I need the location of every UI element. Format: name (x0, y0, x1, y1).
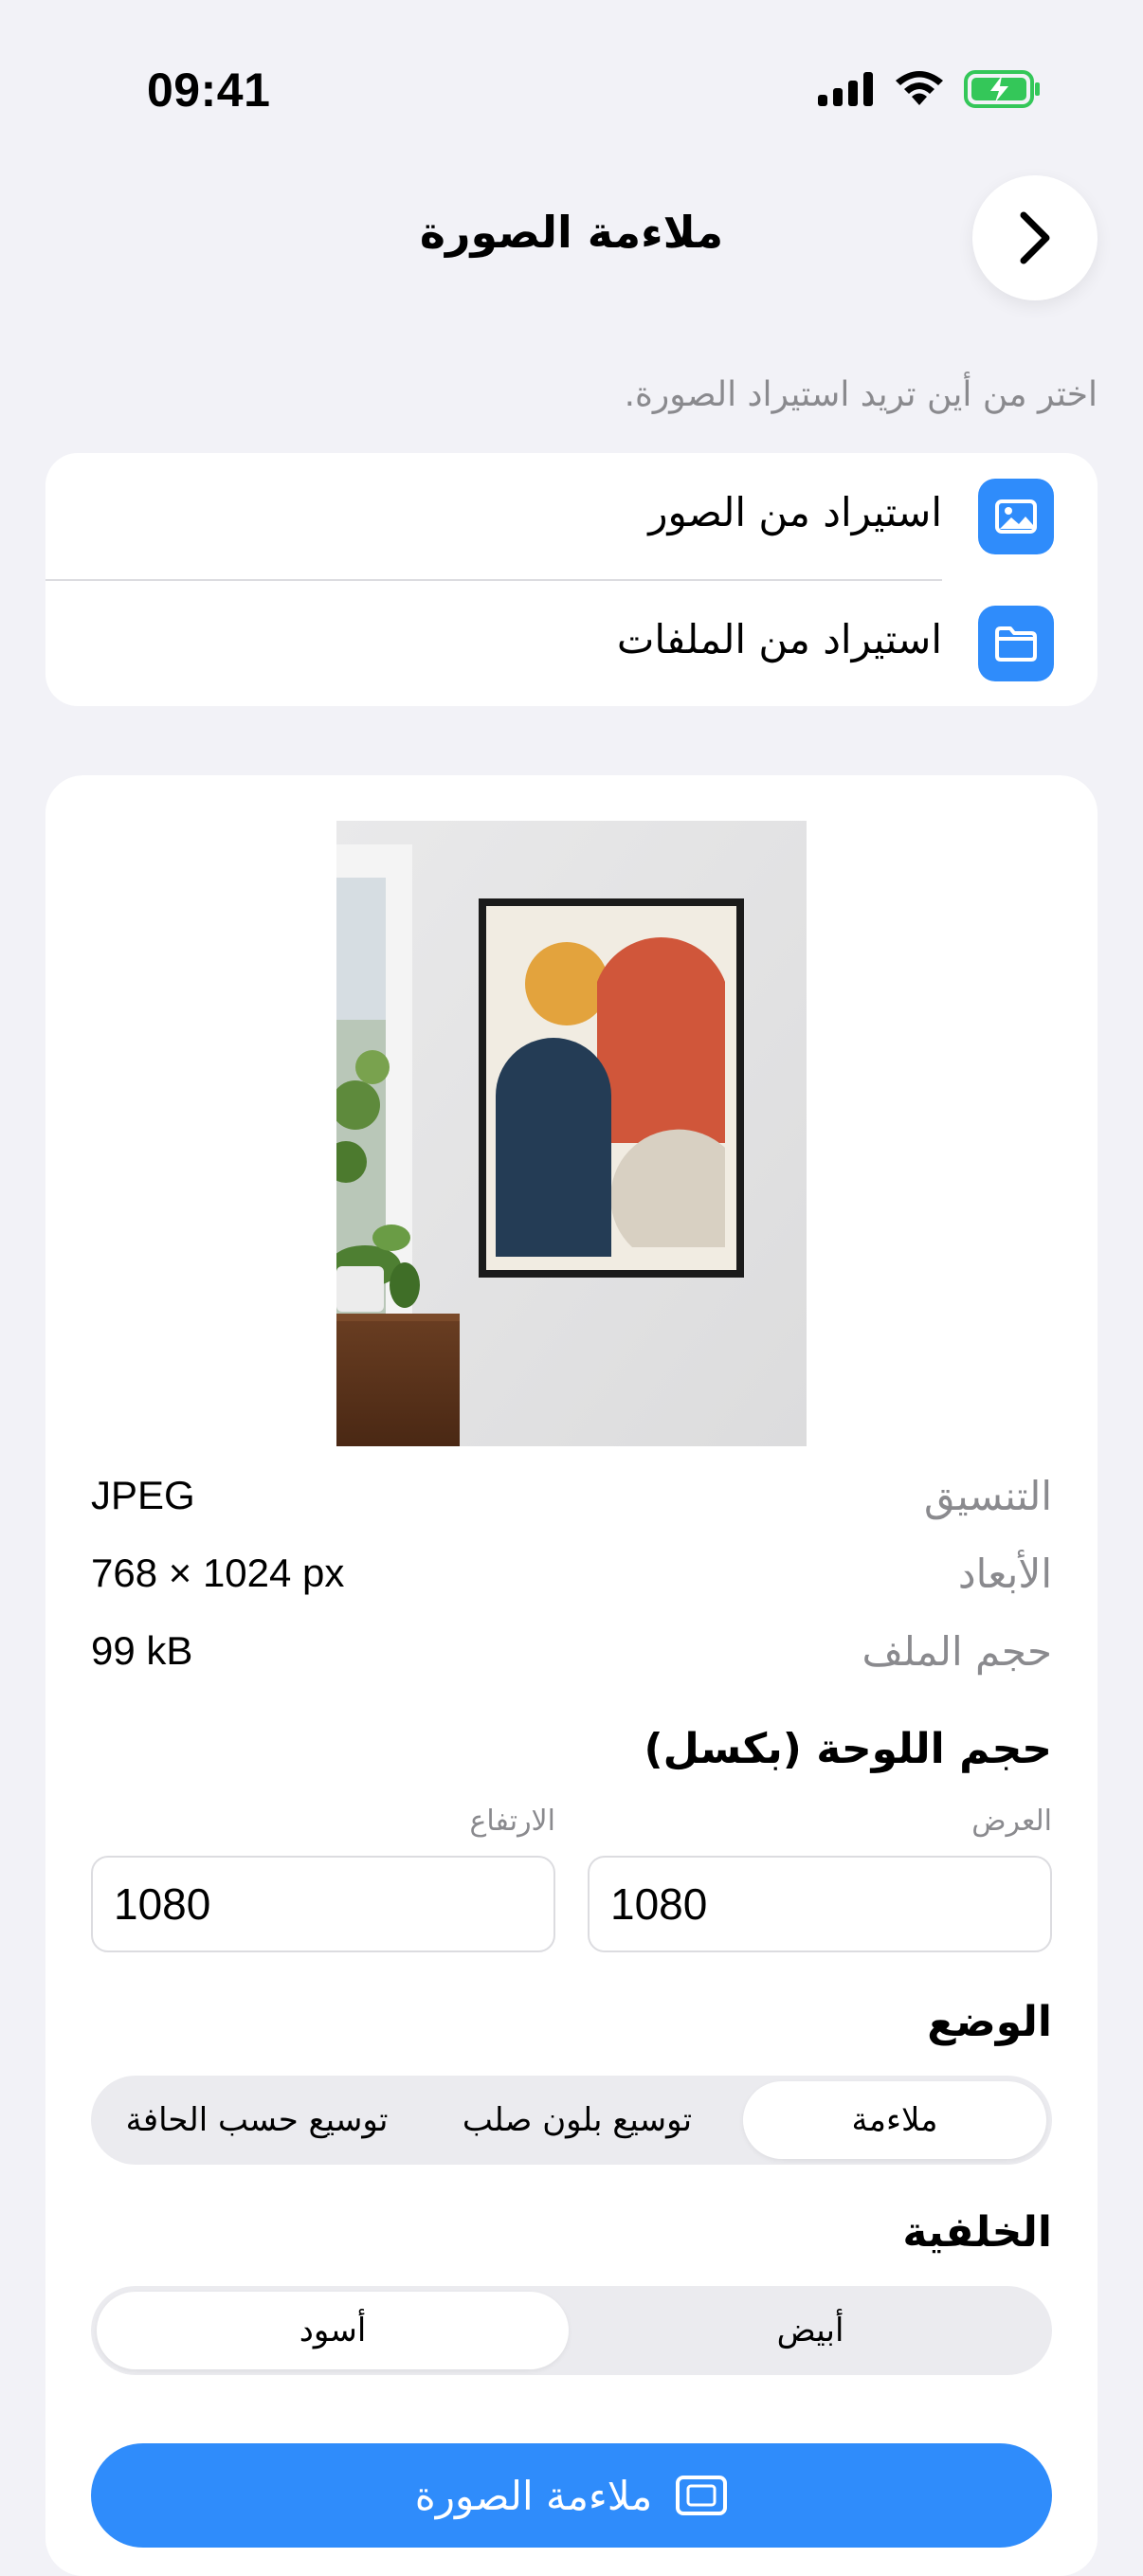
cellular-signal-icon (818, 72, 873, 106)
fit-icon (676, 2476, 728, 2515)
import-options-card: استيراد من الصور استيراد من الملفات (45, 453, 1098, 706)
import-hint: اختر من أين تريد استيراد الصورة. (624, 375, 1098, 414)
mode-title: الوضع (927, 1998, 1052, 2046)
dimensions-value: 768 × 1024 px (91, 1551, 345, 1595)
width-input[interactable] (588, 1856, 1052, 1952)
fit-image-label: ملاءمة الصورة (414, 2472, 653, 2519)
image-preview (336, 821, 807, 1446)
height-input[interactable] (91, 1856, 555, 1952)
status-bar: 09:41 (0, 0, 1143, 180)
dimensions-label: الأبعاد (957, 1551, 1052, 1597)
status-icons (818, 70, 1042, 108)
background-title: الخلفية (902, 2208, 1052, 2257)
import-photos-label: استيراد من الصور (648, 489, 942, 535)
height-label: الارتفاع (469, 1805, 556, 1838)
info-row-dimensions: الأبعاد 768 × 1024 px (91, 1551, 1052, 1607)
import-files-label: استيراد من الملفات (616, 616, 942, 662)
width-label: العرض (971, 1805, 1052, 1838)
background-option-white[interactable]: أبيض (574, 2292, 1046, 2369)
info-row-file-size: حجم الملف 99 kB (91, 1628, 1052, 1685)
battery-charging-icon (964, 70, 1040, 108)
fit-image-button[interactable]: ملاءمة الصورة (91, 2443, 1052, 2548)
file-size-label: حجم الملف (862, 1628, 1052, 1675)
background-segmented-control: أبيض أسود (91, 2286, 1052, 2375)
import-from-files-row[interactable]: استيراد من الملفات (45, 580, 1098, 706)
chevron-right-icon (1020, 211, 1050, 264)
background-option-black[interactable]: أسود (97, 2292, 569, 2369)
info-row-format: التنسيق JPEG (91, 1473, 1052, 1530)
back-button[interactable] (972, 175, 1098, 300)
status-time: 09:41 (147, 63, 271, 117)
mode-segmented-control: ملاءمة توسيع بلون صلب توسيع حسب الحافة (91, 2076, 1052, 2165)
import-from-photos-row[interactable]: استيراد من الصور (45, 453, 1098, 579)
file-size-value: 99 kB (91, 1628, 193, 1673)
mode-option-solid-color[interactable]: توسيع بلون صلب (417, 2081, 737, 2159)
format-value: JPEG (91, 1473, 195, 1517)
canvas-size-title: حجم اللوحة (بكسل) (644, 1725, 1052, 1773)
format-label: التنسيق (924, 1473, 1052, 1519)
wifi-icon (896, 71, 943, 105)
mode-option-fit[interactable]: ملاءمة (743, 2081, 1046, 2159)
settings-card: التنسيق JPEG الأبعاد 768 × 1024 px حجم ا… (45, 775, 1098, 2576)
page-title: ملاءمة الصورة (419, 207, 724, 258)
photo-icon (978, 479, 1054, 554)
folder-icon (978, 606, 1054, 681)
mode-option-edge-extend[interactable]: توسيع حسب الحافة (97, 2081, 417, 2159)
